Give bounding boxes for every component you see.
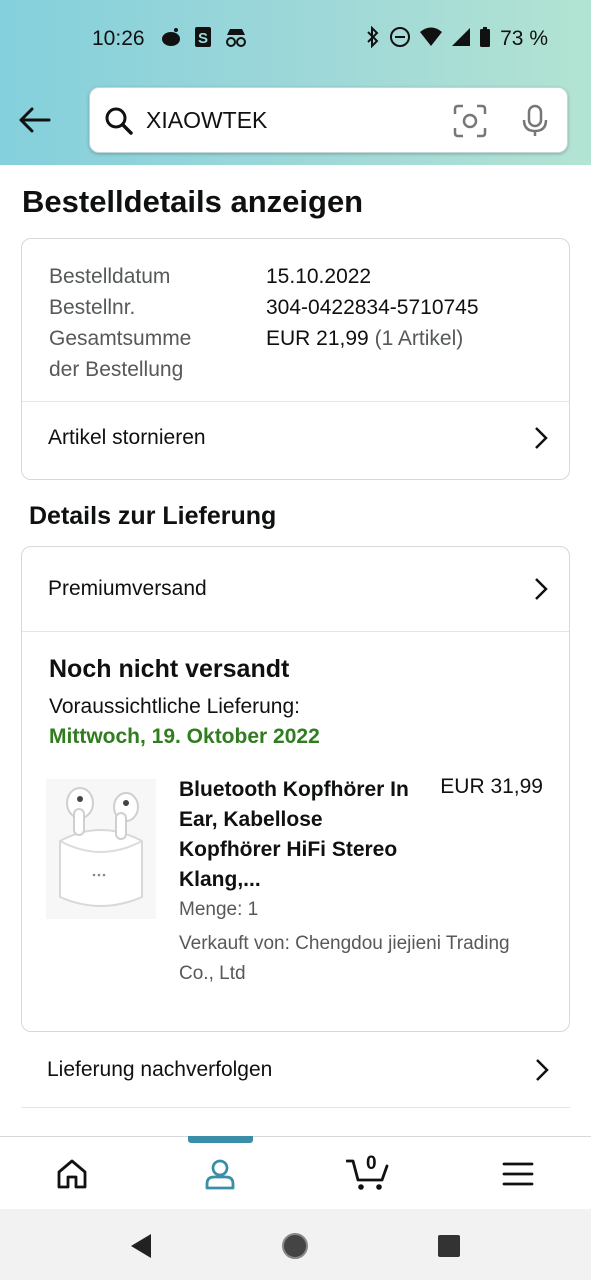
search-icon	[105, 107, 133, 135]
cancel-items-label: Artikel stornieren	[48, 426, 206, 449]
order-total-row: Gesamtsumme der Bestellung EUR 21,99 (1 …	[49, 323, 479, 385]
product-title-link[interactable]: Bluetooth Kopfhörer In Ear, Kabellose Ko…	[179, 775, 424, 895]
arrow-left-icon	[19, 107, 51, 133]
active-tab-indicator	[188, 1136, 253, 1143]
cancel-items-link[interactable]: Artikel stornieren	[22, 402, 569, 474]
order-number-row: Bestellnr. 304-0422834-5710745	[49, 292, 479, 323]
order-number-value: 304-0422834-5710745	[266, 296, 479, 319]
bluetooth-icon	[367, 26, 379, 48]
status-time: 10:26	[92, 27, 145, 50]
order-date-label: Bestelldatum	[49, 265, 171, 288]
expected-delivery-label: Voraussichtliche Lieferung:	[49, 695, 300, 718]
reddit-icon	[162, 28, 180, 46]
delivery-section-title: Details zur Lieferung	[29, 502, 277, 530]
order-total-amount: EUR 21,99	[266, 327, 369, 350]
user-icon	[205, 1159, 235, 1189]
order-date-row: Bestelldatum 15.10.2022	[49, 261, 479, 292]
page-title: Bestelldetails anzeigen	[22, 184, 364, 219]
delivery-card: Premiumversand Noch nicht versandt Vorau…	[21, 546, 570, 1032]
product-seller: Verkauft von: Chengdou jiejieni Trading …	[179, 933, 510, 984]
dnd-icon	[390, 27, 410, 47]
triangle-back-icon	[131, 1234, 151, 1258]
track-delivery-link[interactable]: Lieferung nachverfolgen	[21, 1032, 570, 1108]
battery-icon	[480, 27, 490, 47]
order-total-label: Gesamtsumme der Bestellung	[49, 323, 266, 385]
top-bar: 10:26 S 73 %	[0, 0, 591, 165]
chevron-right-icon	[536, 1058, 549, 1081]
back-button[interactable]	[14, 100, 54, 140]
product-quantity: Menge: 1	[179, 899, 259, 920]
shipping-method-label: Premiumversand	[48, 577, 207, 600]
system-navigation-bar	[0, 1209, 591, 1280]
order-date-value: 15.10.2022	[266, 265, 372, 288]
s-app-icon: S	[195, 27, 211, 47]
nav-cart-button[interactable]: 0	[328, 1137, 408, 1210]
divider	[22, 631, 569, 632]
search-input[interactable]	[146, 102, 436, 138]
order-number-label: Bestellnr.	[49, 296, 136, 319]
order-total-label-line2: der Bestellung	[49, 358, 184, 381]
order-total-label-line1: Gesamtsumme	[49, 327, 192, 350]
expected-delivery-date: Mittwoch, 19. Oktober 2022	[49, 725, 320, 748]
product-image[interactable]	[46, 779, 156, 919]
nav-menu-button[interactable]	[478, 1137, 558, 1210]
partial-list-item[interactable]	[21, 1109, 570, 1137]
order-total-value: EUR 21,99 (1 Artikel)	[266, 323, 463, 385]
notification-icons: S	[160, 26, 248, 48]
system-home-button[interactable]	[278, 1229, 312, 1263]
battery-level: 73 %	[500, 27, 548, 50]
bottom-navigation: 0	[0, 1136, 591, 1209]
system-back-button[interactable]	[124, 1229, 158, 1263]
square-recents-icon	[438, 1235, 460, 1257]
incognito-icon	[226, 29, 246, 47]
cart-count-badge: 0	[366, 1153, 377, 1174]
svg-text:S: S	[198, 30, 208, 47]
signal-icon	[452, 28, 470, 46]
system-icons	[365, 26, 491, 48]
chevron-right-icon	[535, 578, 548, 600]
order-info-grid: Bestelldatum 15.10.2022 Bestellnr. 304-0…	[49, 261, 479, 385]
status-bar: 10:26 S 73 %	[0, 24, 591, 56]
microphone-icon[interactable]	[520, 104, 550, 138]
order-info-card: Bestelldatum 15.10.2022 Bestellnr. 304-0…	[21, 238, 570, 480]
search-box[interactable]	[89, 87, 568, 153]
shipment-status-heading: Noch nicht versandt	[49, 655, 290, 683]
home-icon	[57, 1159, 87, 1188]
system-recents-button[interactable]	[432, 1229, 466, 1263]
hamburger-menu-icon	[502, 1162, 534, 1185]
camera-search-icon[interactable]	[453, 104, 487, 138]
nav-home-button[interactable]	[32, 1137, 112, 1210]
chevron-right-icon	[535, 427, 548, 449]
shipping-method-link[interactable]: Premiumversand	[22, 551, 569, 627]
nav-account-button[interactable]	[180, 1136, 260, 1210]
product-price: EUR 31,99	[440, 775, 543, 798]
wifi-icon	[420, 27, 442, 46]
circle-home-icon	[282, 1233, 308, 1259]
track-delivery-label: Lieferung nachverfolgen	[47, 1057, 273, 1081]
order-total-items: (1 Artikel)	[374, 327, 464, 350]
